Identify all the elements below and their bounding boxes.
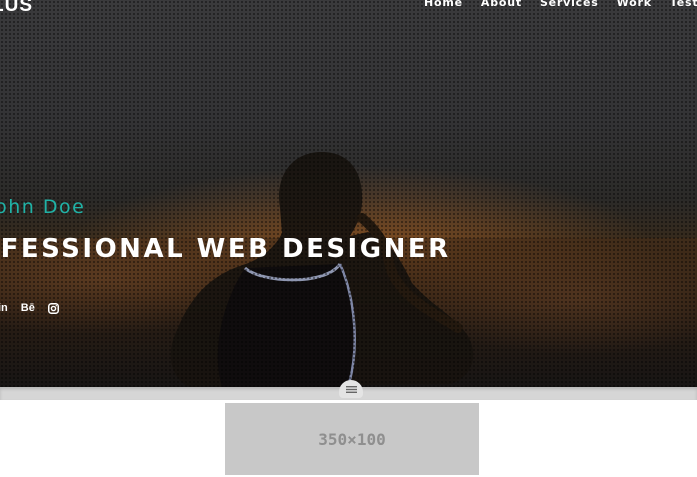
- instagram-glyph: [47, 302, 59, 314]
- instagram-icon[interactable]: [47, 300, 59, 316]
- menu-lines-icon: [345, 385, 357, 393]
- site-logo[interactable]: LUS: [0, 0, 33, 17]
- nav-home[interactable]: Home: [424, 0, 463, 9]
- hero-title: OFESSIONAL WEB DESIGNER: [0, 234, 451, 264]
- nav-testimonials[interactable]: Testimonials: [670, 0, 697, 9]
- behance-icon[interactable]: Bē: [21, 300, 35, 316]
- ad-placeholder: 350×100: [225, 403, 479, 475]
- ad-placeholder-label: 350×100: [318, 429, 386, 449]
- nav-about[interactable]: About: [481, 0, 522, 9]
- linkedin-icon[interactable]: in: [0, 300, 8, 316]
- main-nav: Home About Services Work Testimonials: [424, 0, 697, 9]
- scroll-down-button[interactable]: [339, 380, 363, 398]
- hero-section: LUS Home About Services Work Testimonial…: [0, 0, 697, 387]
- hero-name: John Doe: [0, 196, 86, 218]
- social-links: in Bē: [0, 300, 59, 316]
- hero-dot-overlay: [0, 0, 697, 387]
- nav-work[interactable]: Work: [617, 0, 652, 9]
- nav-services[interactable]: Services: [540, 0, 599, 9]
